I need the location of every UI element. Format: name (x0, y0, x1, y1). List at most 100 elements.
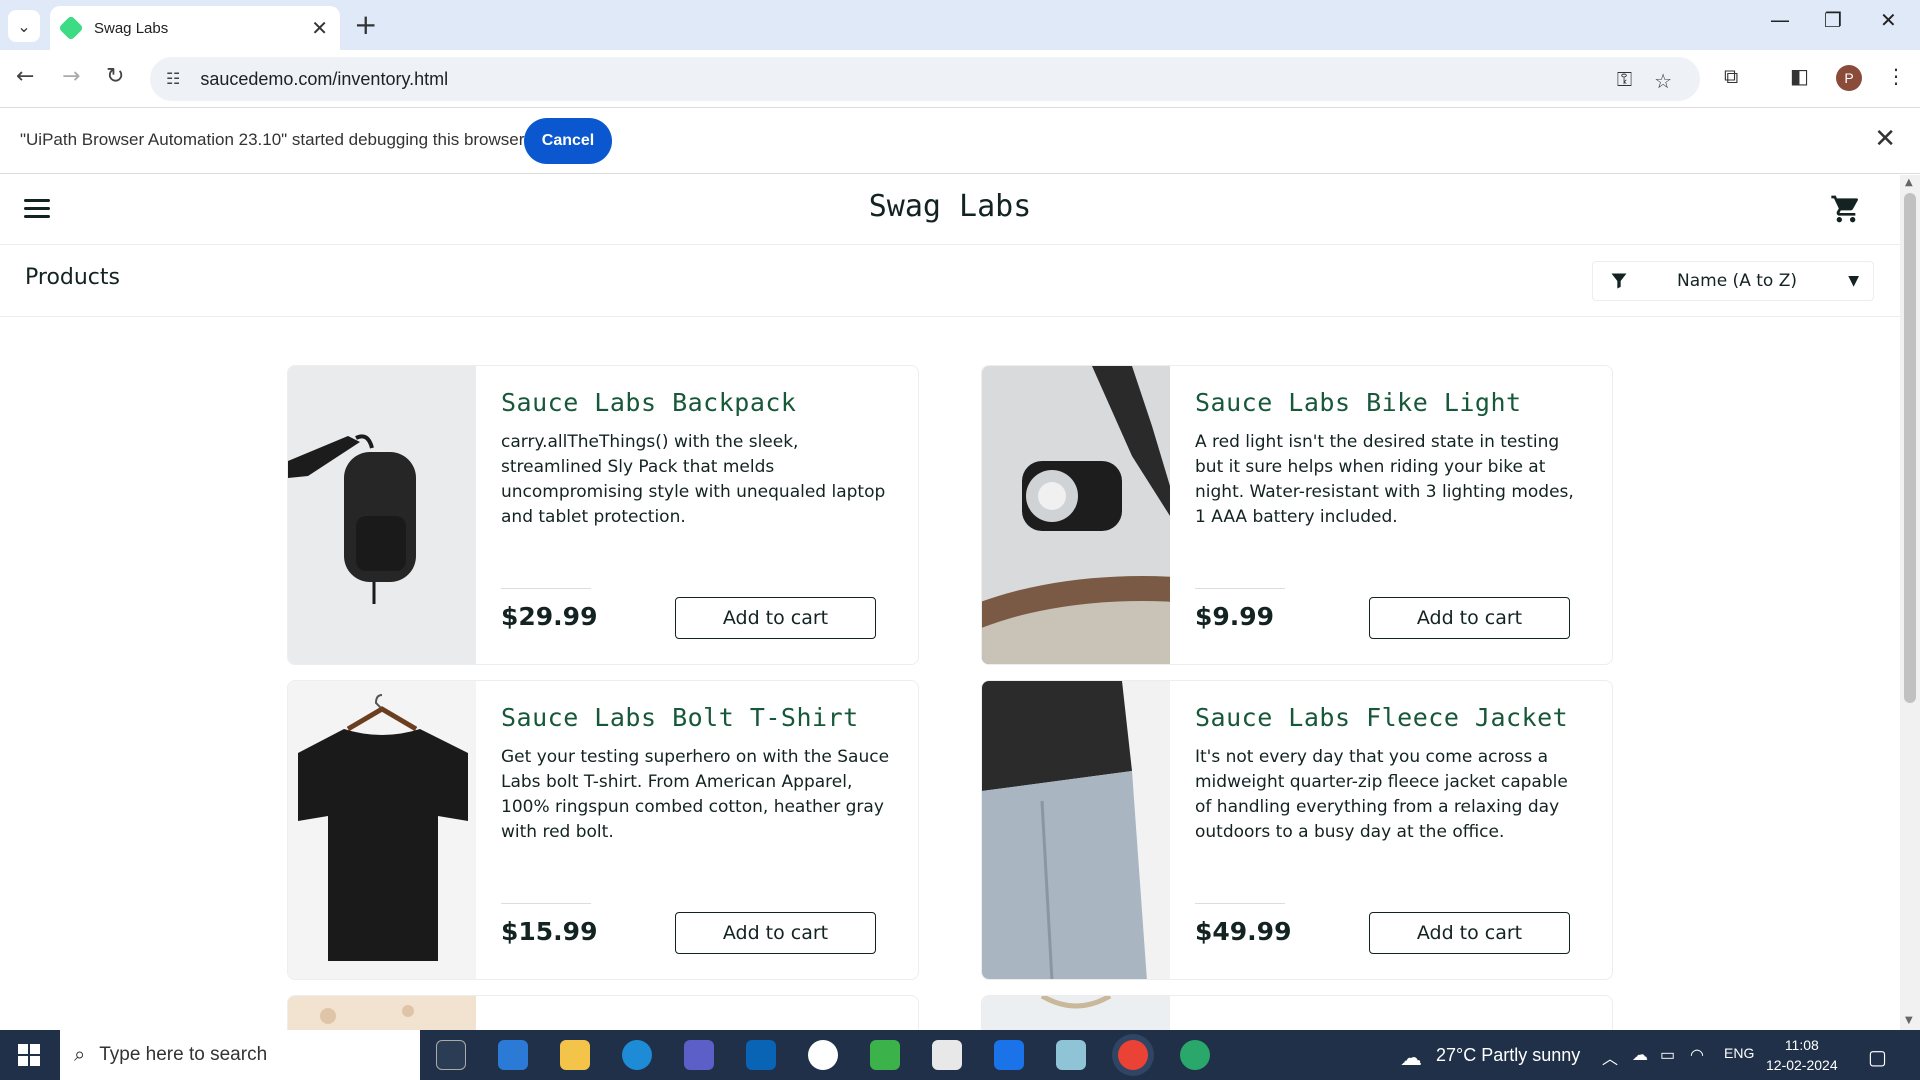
taskbar-search-input[interactable]: ⌕ Type here to search (60, 1030, 420, 1080)
product-description: Get your testing superhero on with the S… (501, 747, 890, 842)
back-icon[interactable]: ← (16, 64, 34, 89)
browser-tabbar: ⌄ Swag Labs ✕ + — ❐ ✕ (0, 0, 1920, 50)
s-app-icon[interactable] (994, 1040, 1024, 1070)
language-indicator[interactable]: ENG (1724, 1045, 1754, 1061)
product-description: It's not every day that you come across … (1195, 747, 1568, 842)
close-infobar-icon[interactable]: ✕ (1874, 124, 1896, 154)
fleece-jacket-product-image[interactable] (982, 681, 1170, 980)
task-view-icon[interactable] (436, 1040, 466, 1070)
onesie-product-image[interactable] (288, 996, 476, 1030)
notifications-icon[interactable]: ▢ (1868, 1045, 1887, 1070)
app-logo: Swag Labs (868, 189, 1032, 224)
address-bar[interactable]: ☷ saucedemo.com/inventory.html ⚿ ☆ (150, 57, 1700, 101)
sort-dropdown[interactable]: Name (A to Z) ▼ (1592, 261, 1874, 301)
chrome-icon[interactable] (1118, 1040, 1148, 1070)
product-name[interactable]: Sauce Labs Bike Light (1195, 388, 1522, 417)
battery-icon[interactable]: ▭ (1660, 1045, 1675, 1065)
scrollbar-thumb[interactable] (1904, 193, 1916, 703)
chat-app-icon[interactable] (870, 1040, 900, 1070)
restore-icon[interactable]: ❐ (1824, 8, 1842, 32)
web-page: Swag Labs Products Name (A to Z) ▼ Sauce… (0, 175, 1900, 1030)
add-to-cart-button[interactable]: Add to cart (675, 912, 876, 954)
tshirt-red-product-image[interactable] (982, 996, 1170, 1030)
product-name[interactable]: Sauce Labs Fleece Jacket (1195, 703, 1568, 732)
product-price: $49.99 (1195, 917, 1292, 946)
tab-search-dropdown-icon[interactable]: ⌄ (8, 10, 40, 42)
edge-icon[interactable] (622, 1040, 652, 1070)
onedrive-icon[interactable]: ☁ (1632, 1045, 1648, 1065)
browser-toolbar: ← → ↻ ☷ saucedemo.com/inventory.html ⚿ ☆… (0, 50, 1920, 108)
weather-icon: ☁ (1400, 1045, 1422, 1070)
add-to-cart-button[interactable]: Add to cart (1369, 912, 1570, 954)
product-price: $9.99 (1195, 602, 1275, 631)
product-description: carry.allTheThings() with the sleek, str… (501, 432, 886, 527)
taskbar-search-placeholder: Type here to search (99, 1044, 268, 1065)
windows-taskbar: ⌕ Type here to search ☁ 27°C Partly sunn… (0, 1030, 1920, 1080)
outlook-icon[interactable] (746, 1040, 776, 1070)
file-explorer-icon[interactable] (560, 1040, 590, 1070)
url-text: saucedemo.com/inventory.html (200, 68, 449, 89)
close-window-icon[interactable]: ✕ (1880, 8, 1897, 32)
cancel-debug-button[interactable]: Cancel (524, 118, 612, 164)
scroll-down-icon[interactable]: ▼ (1905, 1015, 1913, 1026)
site-info-icon[interactable]: ☷ (166, 69, 180, 89)
swag-labs-favicon-icon (58, 15, 84, 41)
page-scrollbar[interactable]: ▲ ▼ (1900, 175, 1920, 1030)
clock-time: 11:08 (1784, 1037, 1819, 1053)
scroll-up-icon[interactable]: ▲ (1905, 177, 1913, 188)
password-key-icon[interactable]: ⚿ (1617, 69, 1632, 94)
taskbar-clock[interactable]: 11:08 12-02-2024 (1766, 1035, 1838, 1075)
tshirt-product-image[interactable] (288, 681, 476, 980)
inventory-item (981, 995, 1613, 1030)
side-panel-icon[interactable]: ◧ (1790, 64, 1809, 88)
bike-light-product-image[interactable] (982, 366, 1170, 665)
edge-dev-icon[interactable] (1180, 1040, 1210, 1070)
bookmark-star-icon[interactable]: ☆ (1654, 69, 1672, 94)
browser-menu-icon[interactable]: ⋮ (1886, 64, 1906, 88)
notepad-icon[interactable] (1056, 1040, 1086, 1070)
product-price: $15.99 (501, 917, 598, 946)
new-tab-icon[interactable]: + (354, 8, 377, 41)
products-subheader: Products Name (A to Z) ▼ (0, 245, 1900, 317)
chevron-down-icon: ▼ (1848, 273, 1859, 289)
teams-icon[interactable] (684, 1040, 714, 1070)
product-name[interactable]: Sauce Labs Backpack (501, 388, 796, 417)
profile-avatar[interactable]: P (1836, 65, 1862, 91)
page-title: Products (25, 265, 120, 290)
microsoft-store-icon[interactable] (932, 1040, 962, 1070)
filter-icon (1611, 273, 1627, 289)
debug-message: "UiPath Browser Automation 23.10" starte… (20, 130, 525, 149)
inventory-item: Sauce Labs Fleece Jacket It's not every … (981, 680, 1613, 980)
divider (1195, 903, 1285, 904)
minimize-icon[interactable]: — (1770, 8, 1790, 32)
wifi-icon[interactable]: ◠ (1690, 1045, 1704, 1065)
divider (501, 588, 591, 589)
inventory-item: Sauce Labs Bolt T-Shirt Get your testing… (287, 680, 919, 980)
weather-text[interactable]: 27°C Partly sunny (1436, 1045, 1580, 1066)
close-tab-icon[interactable]: ✕ (311, 16, 328, 41)
backpack-product-image[interactable] (288, 366, 476, 665)
mail-icon[interactable] (498, 1040, 528, 1070)
forward-icon[interactable]: → (62, 64, 80, 89)
add-to-cart-button[interactable]: Add to cart (1369, 597, 1570, 639)
tray-chevron-icon[interactable]: ︿ (1602, 1045, 1618, 1069)
search-icon: ⌕ (74, 1043, 86, 1066)
app-w-icon[interactable] (808, 1040, 838, 1070)
divider (1195, 588, 1285, 589)
app-header: Swag Labs (0, 175, 1900, 245)
shopping-cart-icon[interactable] (1830, 193, 1862, 225)
clock-date: 12-02-2024 (1766, 1057, 1838, 1073)
product-description: A red light isn't the desired state in t… (1195, 432, 1574, 527)
product-price: $29.99 (501, 602, 598, 631)
windows-start-icon[interactable] (18, 1044, 40, 1066)
product-name[interactable]: Sauce Labs Bolt T-Shirt (501, 703, 859, 732)
debug-infobar: "UiPath Browser Automation 23.10" starte… (0, 108, 1920, 174)
extensions-icon[interactable]: ⧉ (1724, 64, 1738, 88)
browser-tab[interactable]: Swag Labs ✕ (50, 6, 340, 50)
inventory-item (287, 995, 919, 1030)
tab-title: Swag Labs (94, 19, 169, 37)
sort-selected-value: Name (A to Z) (1677, 271, 1797, 291)
inventory-item: Sauce Labs Backpack carry.allTheThings()… (287, 365, 919, 665)
reload-icon[interactable]: ↻ (106, 64, 124, 89)
add-to-cart-button[interactable]: Add to cart (675, 597, 876, 639)
